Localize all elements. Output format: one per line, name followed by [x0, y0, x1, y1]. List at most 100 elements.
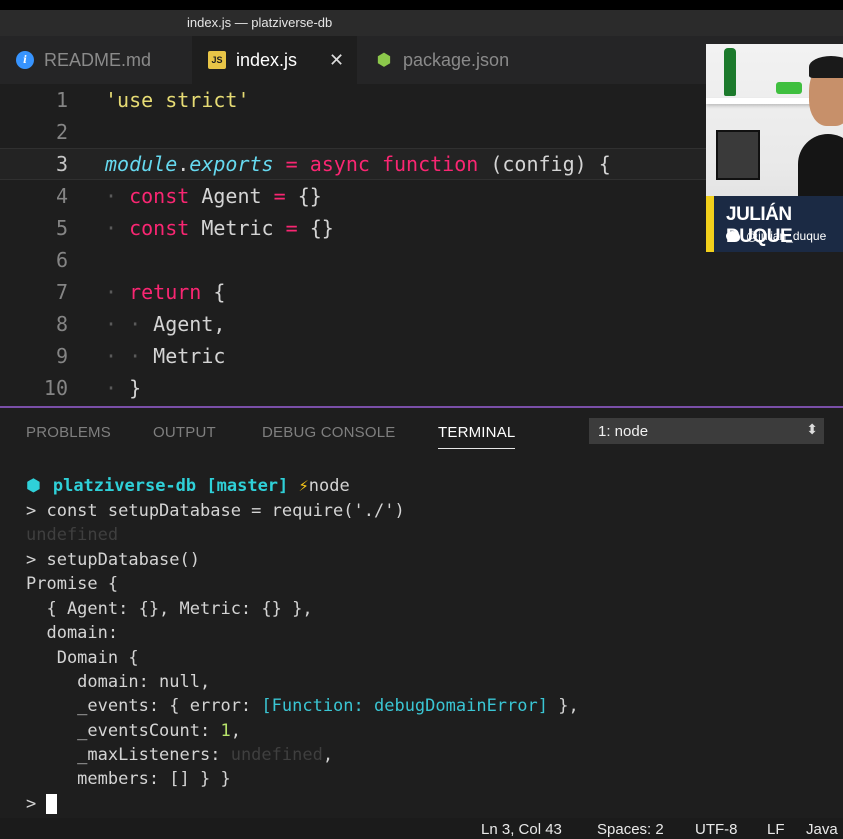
code-line: 2 — [0, 116, 706, 148]
status-indentation[interactable]: Spaces: 2 — [597, 821, 664, 838]
terminal-line: _maxListeners: undefined, — [26, 743, 333, 767]
code-text: · } — [105, 376, 142, 400]
close-icon[interactable]: ✕ — [329, 50, 344, 71]
terminal-text: [Function: debugDomainError] — [261, 696, 548, 716]
window-title: index.js — platziverse-db — [187, 15, 333, 30]
webcam-overlay: JULIÁN DUQUE @julian_duque — [706, 44, 843, 252]
code-token: return — [129, 280, 202, 304]
presenter-hair-image — [809, 56, 843, 78]
terminal-input-line[interactable]: > — [26, 792, 58, 816]
code-token: module — [105, 152, 178, 176]
terminal[interactable]: ⬢ platziverse-db [master] ⚡ node > const s… — [0, 456, 843, 818]
presenter-nameplate: JULIÁN DUQUE @julian_duque — [706, 196, 843, 252]
line-number: 1 — [55, 88, 68, 112]
code-token: Agent, — [153, 312, 226, 336]
presenter-handle-row: @julian_duque — [726, 229, 826, 243]
terminal-prompt: > — [26, 794, 37, 814]
terminal-line: Promise { — [26, 574, 119, 594]
terminal-text: _eventsCount: — [26, 721, 221, 741]
code-text: · · Agent, — [105, 312, 226, 336]
code-token: 'use strict' — [105, 88, 250, 112]
plaque-image — [716, 130, 760, 180]
code-line: 10 · } — [0, 372, 706, 404]
terminal-text: _events: { error: — [26, 696, 262, 716]
terminal-line: { Agent: {}, Metric: {} }, — [26, 599, 313, 619]
terminal-prompt-line: ⬢ platziverse-db [master] ⚡ node — [26, 474, 350, 498]
terminal-select-value: 1: node — [598, 422, 649, 440]
prompt-branch: [master] — [206, 476, 289, 496]
line-number: 4 — [55, 184, 68, 208]
prompt-directory: platziverse-db — [52, 476, 197, 496]
js-icon: JS — [208, 51, 226, 69]
code-token: function — [369, 152, 479, 176]
tab-output[interactable]: OUTPUT — [153, 424, 216, 441]
line-number: 8 — [55, 312, 68, 336]
terminal-text: , — [230, 721, 241, 741]
code-token: {} — [285, 184, 322, 208]
code-text: module.exports = async function (config)… — [105, 152, 611, 176]
status-bar: Ln 3, Col 43 Spaces: 2 UTF-8 LF Java — [0, 818, 843, 839]
code-line: 5 · const Metric = {} — [0, 212, 706, 244]
terminal-line: domain: — [26, 623, 119, 643]
select-arrow-icon: ⬍ — [806, 421, 818, 437]
bolt-icon: ⚡ — [298, 476, 309, 496]
tab-terminal[interactable]: TERMINAL — [438, 424, 516, 449]
terminal-text: , — [322, 745, 334, 765]
code-line: 1 'use strict' — [0, 84, 706, 116]
cow-figurine-image — [776, 82, 802, 94]
code-token: const — [129, 216, 190, 240]
line-number: 3 — [55, 152, 68, 176]
code-line: 9 · · Metric — [0, 340, 706, 372]
terminal-select[interactable]: 1: node ⬍ — [589, 418, 824, 444]
tab-debug-console[interactable]: DEBUG CONSOLE — [262, 424, 395, 441]
terminal-line: _eventsCount: 1, — [26, 719, 241, 743]
tab-label: package.json — [403, 49, 510, 70]
status-cursor-position[interactable]: Ln 3, Col 43 — [481, 821, 562, 838]
line-number: 9 — [55, 344, 68, 368]
prompt-command: node — [308, 476, 350, 496]
panel-tab-bar: PROBLEMS OUTPUT DEBUG CONSOLE TERMINAL 1… — [0, 408, 843, 456]
tab-label: index.js — [236, 49, 298, 70]
presenter-handle: @julian_duque — [746, 229, 827, 243]
code-token: const — [129, 184, 190, 208]
code-line: 7 · return { — [0, 276, 706, 308]
code-token: = — [273, 184, 286, 208]
code-text: · · Metric — [105, 344, 226, 368]
tab-readme[interactable]: i README.md — [0, 36, 192, 84]
terminal-cursor — [46, 794, 58, 814]
tab-problems[interactable]: PROBLEMS — [26, 424, 111, 441]
status-language[interactable]: Java — [806, 821, 838, 838]
code-token: Metric — [153, 344, 226, 368]
status-encoding[interactable]: UTF-8 — [695, 821, 738, 838]
info-icon: i — [16, 51, 34, 69]
code-token: . — [177, 152, 190, 176]
code-token: Metric — [189, 216, 286, 240]
code-line-current: 3 module.exports = async function (confi… — [0, 148, 706, 180]
terminal-line: members: [] } } — [26, 769, 231, 789]
terminal-line: > setupDatabase() — [26, 550, 200, 570]
terminal-text: _maxListeners: — [26, 745, 231, 765]
code-text: · const Metric = {} — [105, 216, 334, 240]
terminal-text: 1 — [220, 721, 231, 741]
status-eol[interactable]: LF — [767, 821, 785, 838]
terminal-text: }, — [547, 696, 579, 716]
tab-index-js[interactable]: JS index.js ✕ — [192, 36, 357, 84]
title-bar: index.js — platziverse-db — [0, 10, 843, 36]
line-number: 10 — [43, 376, 68, 400]
line-number: 6 — [55, 248, 68, 272]
code-token: } — [129, 376, 142, 400]
code-token: = — [285, 216, 298, 240]
terminal-line: _events: { error: [Function: debugDomain… — [26, 694, 579, 718]
tab-label: README.md — [44, 49, 152, 70]
code-token: exports — [189, 152, 274, 176]
terminal-text: undefined — [230, 745, 323, 765]
terminal-line: > const setupDatabase = require('./') — [26, 501, 405, 521]
line-number: 5 — [55, 216, 68, 240]
line-number: 2 — [55, 120, 68, 144]
code-token: Agent — [189, 184, 274, 208]
top-black-bar — [0, 0, 843, 10]
code-token: {} — [297, 216, 334, 240]
code-text: · return { — [105, 280, 226, 304]
bottle-image — [724, 48, 736, 96]
tab-package-json[interactable]: ⬢ package.json — [357, 36, 557, 84]
